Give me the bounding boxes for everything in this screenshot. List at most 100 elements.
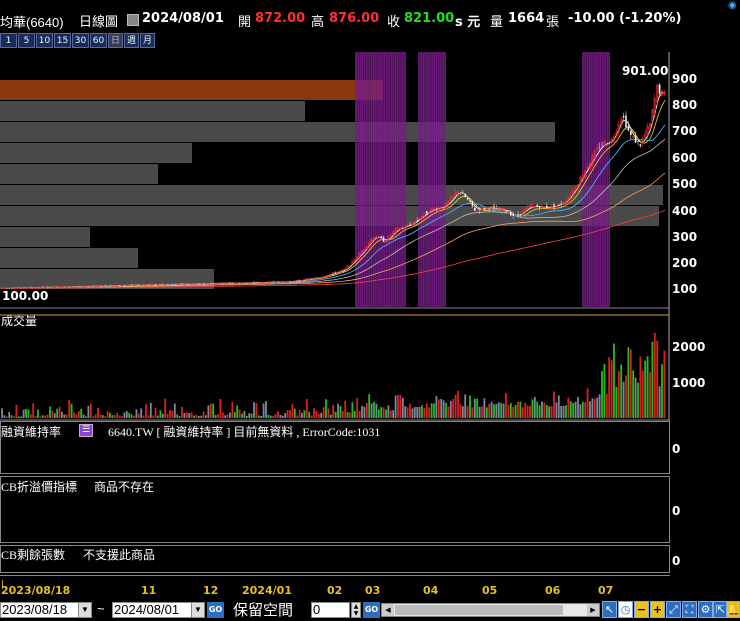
volume-bar [413,407,416,418]
volume-bar [509,402,512,418]
volume-bar [56,408,59,418]
volume-bar [128,412,131,418]
volume-bar [567,397,570,418]
fullscreen-icon[interactable]: ⛶ [682,601,697,618]
timeframe-10min-button[interactable]: 10 [36,33,53,48]
candle-body [536,204,539,207]
chevron-down-icon[interactable]: ▼ [78,603,91,617]
scroll-right-arrow-icon[interactable]: ▶ [587,604,599,616]
volume-bar [133,415,135,418]
volume-bar [77,411,80,418]
indicator-menu-icon[interactable]: ☰ [79,424,93,437]
candle-body [380,236,383,239]
volume-bar [589,401,591,418]
reserve-stepper[interactable]: ▲ ▼ [351,602,361,618]
candle-body [142,284,145,286]
date-axis-label: 12 [203,584,219,597]
volume-bar [421,405,423,418]
alert-bell-icon[interactable]: 🔔 [726,601,740,618]
volume-bar [29,414,32,418]
cursor-tool-icon[interactable]: ↖ [602,601,617,618]
volume-bar [615,386,618,418]
volume-bar [130,414,133,418]
volume-bar [622,381,625,418]
scroll-thumb[interactable] [395,605,563,615]
date-axis-label: 06 [545,584,561,597]
volume-bar [598,394,601,418]
timeframe-60min-button[interactable]: 60 [90,33,107,48]
date-separator: ~ [97,601,105,616]
timeframe-30min-button[interactable]: 30 [72,33,89,48]
date-axis: 2023/08/18 11 12 2024/01 02 03 04 05 06 … [0,575,670,598]
candle-body [281,281,284,283]
candle-body [29,286,32,288]
volume-bar [101,415,104,418]
volume-bar [238,409,241,418]
volume-bar [262,403,265,418]
volume-bar [289,410,291,418]
zoom-in-icon[interactable]: + [650,601,665,618]
clock-icon[interactable]: ◷ [618,601,633,618]
volume-bar [279,414,282,418]
volume-value: 1664 [508,11,545,26]
timeframe-1min-button[interactable]: 1 [0,33,17,48]
candle-body [560,203,563,205]
reserve-space-input[interactable]: 0 [311,602,350,618]
price-chart[interactable] [0,52,740,310]
date-axis-label: 03 [365,584,381,597]
end-date-select[interactable]: 2024/08/01 ▼ [112,602,205,618]
timeframe-weekly-button[interactable]: 週 [124,33,139,48]
volume-bar [41,415,44,418]
timeframe-15min-button[interactable]: 15 [54,33,71,48]
settings-icon[interactable]: ⚙ [698,601,713,618]
chevron-down-icon[interactable]: ▼ [191,603,204,617]
volume-bar [485,407,488,418]
volume-bar [363,406,366,418]
start-date-select[interactable]: 2023/08/18 ▼ [0,602,92,618]
volume-bar [173,403,176,418]
volume-bar [70,403,73,418]
go-reserve-button[interactable]: GO [363,602,380,618]
volume-bar [545,404,548,418]
volume-bar [461,406,464,418]
volume-bar [358,410,361,418]
candle-body [147,284,150,286]
volume-bar [505,392,507,418]
candle-body [658,84,661,94]
volume-bar [37,409,39,418]
volume-bar [610,360,613,418]
volume-bar [10,415,13,418]
chart-scrollbar[interactable]: ◀ ▶ [381,603,600,617]
volume-bar [250,413,253,418]
volume-bar [430,403,433,418]
volume-chart[interactable] [0,310,740,422]
volume-bar [159,410,162,418]
fit-screen-icon[interactable]: ⤢ [666,601,681,618]
volume-bar [253,402,255,418]
timeframe-monthly-button[interactable]: 月 [140,33,155,48]
go-date-button[interactable]: GO [207,602,224,618]
volume-bar [596,397,599,418]
candle-body [229,282,232,284]
volume-bar [181,406,183,418]
pin-icon[interactable]: ◉ [728,0,738,11]
timeframe-5min-button[interactable]: 5 [18,33,35,48]
candle-body [622,115,625,118]
volume-bar [404,406,407,418]
volume-bar [512,407,515,418]
volume-bar [13,416,15,418]
volume-bar [483,398,486,418]
volume-label: 量 [490,14,504,29]
dropdown-toggle-icon[interactable] [127,14,139,26]
volume-bar [620,364,623,418]
volume-bar [572,403,575,418]
scroll-left-arrow-icon[interactable]: ◀ [382,604,394,616]
volume-bar [53,413,56,418]
candle-body [545,205,548,209]
timeframe-daily-button[interactable]: 日 [108,33,123,48]
volume-bar [536,401,539,418]
volume-bar [637,382,639,418]
volume-bar [411,408,414,418]
volume-bar [154,407,157,418]
zoom-out-icon[interactable]: − [634,601,649,618]
